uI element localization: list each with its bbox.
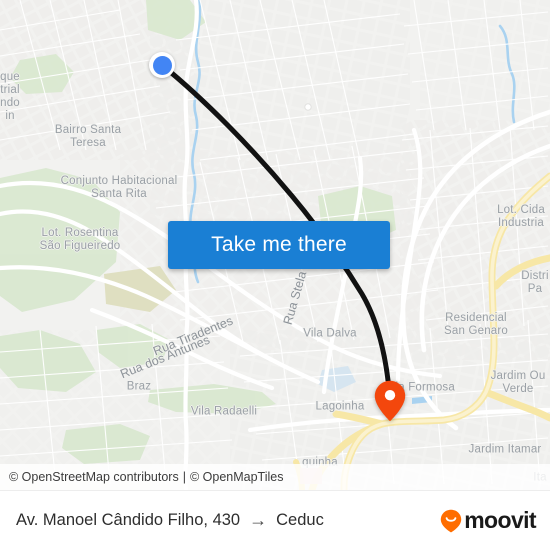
map-canvas[interactable]: que trial ndo in Bairro Santa Teresa Conju… — [0, 0, 550, 490]
route-summary: Av. Manoel Cândido Filho, 430 → Ceduc — [16, 510, 324, 531]
route-origin-label: Av. Manoel Cândido Filho, 430 — [16, 511, 241, 529]
origin-dot — [152, 55, 172, 75]
moovit-wordmark: moovit — [464, 507, 536, 533]
route-destination-label: Ceduc — [276, 511, 324, 529]
take-me-there-button[interactable]: Take me there — [168, 221, 390, 269]
map-pin-icon — [374, 380, 406, 422]
moovit-logo[interactable]: moovit — [440, 507, 537, 533]
footer-bar: Av. Manoel Cândido Filho, 430 → Ceduc mo… — [0, 490, 550, 550]
attribution-osm[interactable]: © OpenStreetMap contributors — [9, 470, 179, 484]
attribution-separator: | — [182, 470, 186, 484]
attribution-tiles[interactable]: © OpenMapTiles — [190, 470, 284, 484]
moovit-pin-icon — [441, 509, 462, 532]
moovit-route-screen: que trial ndo in Bairro Santa Teresa Conju… — [0, 0, 550, 550]
route-arrow-icon: → — [249, 510, 268, 530]
destination-marker[interactable] — [374, 380, 406, 422]
map-attribution: © OpenStreetMap contributors | © OpenMap… — [0, 464, 550, 490]
origin-marker[interactable] — [149, 52, 175, 78]
